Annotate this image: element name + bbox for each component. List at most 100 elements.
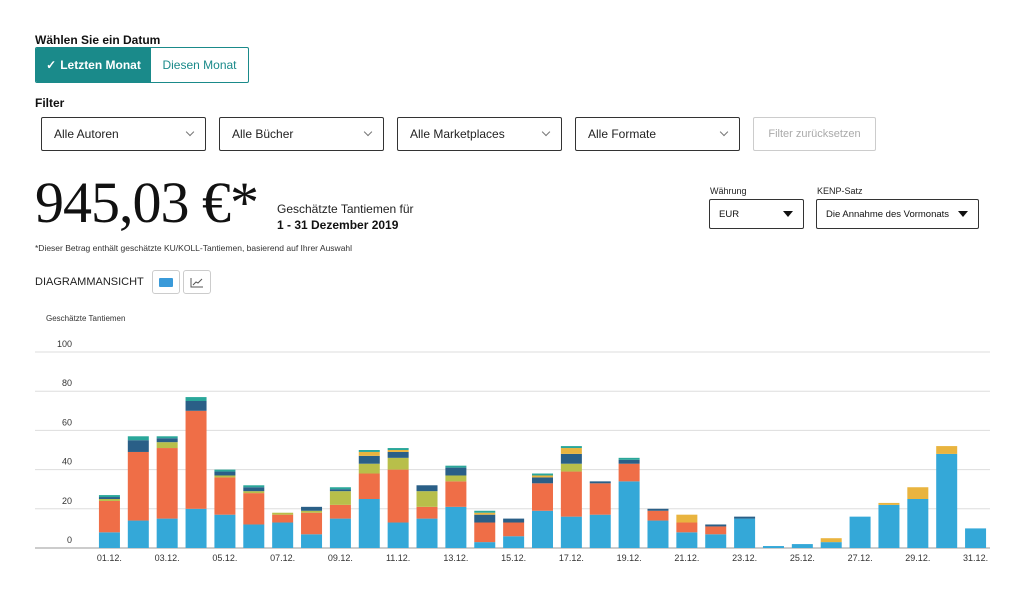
- x-tick-label: 09.12.: [328, 553, 353, 563]
- bar-segment-orange: [156, 448, 178, 519]
- bar-segment-orange: [329, 504, 351, 519]
- bar-segment-orange: [243, 493, 265, 525]
- bar-segment-blue: [329, 518, 351, 548]
- bar-segment-blue: [185, 508, 207, 548]
- bar-segment-olive: [301, 510, 323, 513]
- bar-segment-teal: [98, 495, 120, 498]
- bar-segment-teal: [243, 485, 265, 488]
- bar-segment-orange: [358, 473, 380, 499]
- x-tick-label: 31.12.: [963, 553, 988, 563]
- bar-segment-orange: [589, 483, 611, 515]
- bar-segment-teal: [127, 436, 149, 441]
- bar-segment-blue: [560, 516, 582, 548]
- bar-segment-blue: [618, 481, 640, 548]
- bar-segment-navy: [647, 508, 669, 511]
- bar-segment-olive: [560, 463, 582, 472]
- bar-segment-navy: [156, 438, 178, 443]
- bar-segment-blue: [647, 520, 669, 548]
- bar-segment-olive: [98, 499, 120, 501]
- bar-segment-olive: [214, 475, 236, 478]
- bar-segment-orange: [214, 477, 236, 515]
- bar-segment-navy: [416, 485, 438, 492]
- bar-segment-blue: [589, 514, 611, 548]
- bar-segment-navy: [301, 506, 323, 511]
- y-tick-label: 20: [62, 496, 72, 506]
- bar-segment-orange: [445, 481, 467, 507]
- bar-segment-blue: [127, 520, 149, 548]
- bar-segment-blue: [503, 536, 525, 548]
- x-tick-label: 25.12.: [790, 553, 815, 563]
- bar-segment-navy: [98, 497, 120, 499]
- bar-segment-orange: [503, 522, 525, 537]
- x-tick-label: 29.12.: [905, 553, 930, 563]
- bar-segment-olive: [358, 463, 380, 474]
- bar-segment-navy: [560, 453, 582, 464]
- x-tick-label: 21.12.: [674, 553, 699, 563]
- bar-segment-blue: [445, 506, 467, 548]
- bar-segment-orange: [185, 410, 207, 509]
- bar-segment-gold: [936, 446, 958, 454]
- bar-segment-gold: [358, 451, 380, 456]
- bar-segment-navy: [589, 481, 611, 484]
- bar-segment-navy: [734, 516, 756, 519]
- bar-segment-blue: [387, 522, 409, 548]
- bar-segment-navy: [705, 524, 727, 527]
- bar-segment-navy: [532, 477, 553, 484]
- bar-segment-blue: [301, 534, 323, 548]
- x-tick-label: 19.12.: [617, 553, 642, 563]
- bar-segment-gold: [820, 538, 842, 543]
- x-tick-label: 15.12.: [501, 553, 526, 563]
- x-tick-label: 11.12.: [386, 553, 410, 563]
- bar-segment-orange: [560, 471, 582, 517]
- bar-segment-gold: [907, 487, 929, 499]
- bar-segment-teal: [185, 397, 207, 401]
- bar-segment-olive: [445, 475, 467, 482]
- bar-segment-blue: [734, 518, 756, 548]
- bar-segment-navy: [185, 401, 207, 411]
- x-tick-label: 13.12.: [443, 553, 468, 563]
- royalties-bar-chart: 0 20 40 60 80 100 01.12. 03.12. 05.12. 07.12. 09.1…: [35, 339, 990, 563]
- bar-segment-blue: [849, 516, 871, 548]
- bar-segment-blue: [936, 453, 958, 548]
- bar-segment-navy: [358, 455, 380, 464]
- bar-segment-navy: [503, 518, 525, 523]
- bar-segment-olive: [387, 457, 409, 470]
- bar-segment-blue: [907, 499, 929, 548]
- bar-segment-teal: [560, 446, 582, 449]
- x-tick-label: 07.12.: [270, 553, 295, 563]
- bar-segment-teal: [358, 450, 380, 452]
- bar-segment-orange: [532, 483, 553, 511]
- bar-segment-navy: [243, 487, 265, 492]
- bar-segment-gold: [532, 475, 553, 478]
- bar-segment-blue: [358, 499, 380, 548]
- bar-segment-orange: [474, 522, 496, 543]
- bar-segment-navy: [474, 514, 496, 523]
- bar-segment-teal: [532, 473, 553, 476]
- bar-segment-teal: [214, 469, 236, 472]
- bar-segment-orange: [676, 522, 698, 533]
- x-tick-label: 23.12.: [732, 553, 757, 563]
- bar-segment-blue: [532, 510, 553, 548]
- x-tick-label: 03.12.: [155, 553, 180, 563]
- y-tick-label: 60: [62, 417, 72, 427]
- bar-segment-blue: [705, 534, 727, 548]
- bar-segment-orange: [98, 500, 120, 533]
- bar-segment-navy: [618, 459, 640, 464]
- bar-segment-teal: [445, 465, 467, 468]
- bar-segment-teal: [387, 448, 409, 450]
- bar-segment-gold: [387, 450, 409, 452]
- bar-segment-blue: [474, 542, 496, 548]
- bar-segment-olive: [243, 491, 265, 494]
- bar-segment-blue: [416, 518, 438, 548]
- y-tick-label: 80: [62, 378, 72, 388]
- bar-segment-blue: [156, 518, 178, 548]
- bar-segment-teal: [156, 436, 178, 439]
- bar-segment-blue: [791, 544, 813, 548]
- bar-segment-gold: [474, 512, 496, 515]
- x-tick-label: 01.12.: [97, 553, 122, 563]
- bar-segment-olive: [416, 491, 438, 507]
- bar-segment-blue: [243, 524, 265, 548]
- bar-segment-navy: [329, 489, 351, 492]
- bar-segment-blue: [214, 514, 236, 548]
- bar-segment-teal: [329, 487, 351, 490]
